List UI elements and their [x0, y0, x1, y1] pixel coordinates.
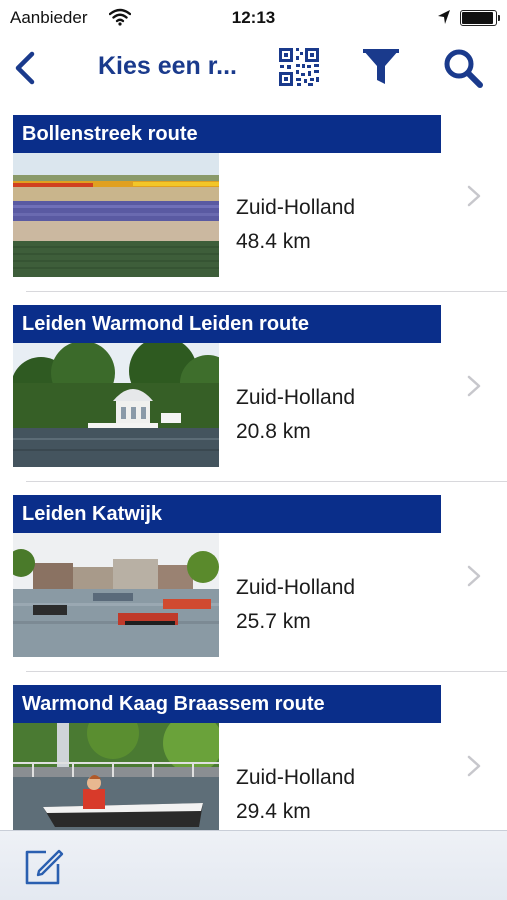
- battery-icon: [460, 10, 500, 26]
- bottom-toolbar: [0, 830, 507, 900]
- compose-icon[interactable]: [24, 846, 64, 886]
- route-title: Warmond Kaag Braassem route: [13, 685, 441, 723]
- disclosure-chevron-icon: [467, 185, 481, 207]
- route-region: Zuid-Holland: [236, 576, 356, 599]
- disclosure-chevron-icon: [467, 565, 481, 587]
- filter-icon[interactable]: [362, 47, 400, 87]
- route-row[interactable]: Leiden Warmond Leiden route Zuid-Holland…: [0, 290, 507, 482]
- route-photo-harbor-boats: [13, 533, 219, 657]
- battery-level: [462, 12, 494, 24]
- page-title: Kies een r...: [98, 52, 237, 80]
- route-row[interactable]: Warmond Kaag Braassem route Zuid-Holland…: [0, 670, 507, 830]
- status-bar: Aanbieder 12:13: [0, 0, 507, 38]
- route-distance: 25.7 km: [236, 610, 311, 633]
- disclosure-chevron-icon: [467, 375, 481, 397]
- disclosure-chevron-icon: [467, 755, 481, 777]
- status-time: 12:13: [231, 8, 276, 27]
- route-region: Zuid-Holland: [236, 196, 356, 219]
- route-title: Leiden Warmond Leiden route: [13, 305, 441, 343]
- route-distance: 20.8 km: [236, 420, 311, 443]
- route-row[interactable]: Leiden Katwijk Zuid-Holland 25.7 km: [0, 480, 507, 672]
- route-region: Zuid-Holland: [236, 766, 356, 789]
- route-distance: 48.4 km: [236, 230, 311, 253]
- route-title: Leiden Katwijk: [13, 495, 441, 533]
- route-distance: 29.4 km: [236, 800, 311, 823]
- qr-code-icon[interactable]: [278, 47, 320, 87]
- back-chevron-icon[interactable]: [10, 50, 40, 86]
- route-row[interactable]: Bollenstreek route Zuid-Holland 48.4 km: [0, 100, 507, 292]
- route-title: Bollenstreek route: [13, 115, 441, 153]
- search-icon[interactable]: [442, 47, 484, 89]
- location-arrow-icon: [438, 10, 450, 24]
- route-photo-boat-canal: [13, 723, 219, 830]
- route-photo-flower-fields: [13, 153, 219, 277]
- route-photo-lake-pavilion: [13, 343, 219, 467]
- navigation-bar: Kies een r...: [0, 38, 507, 100]
- route-list: Bollenstreek route Zuid-Holland 48.4 km …: [0, 100, 507, 830]
- route-region: Zuid-Holland: [236, 386, 356, 409]
